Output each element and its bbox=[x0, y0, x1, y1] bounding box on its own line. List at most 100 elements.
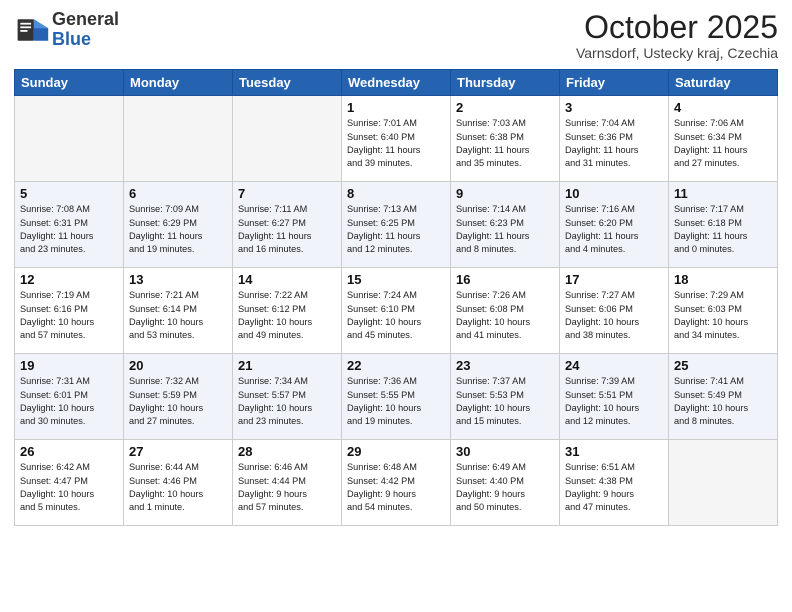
day-number: 27 bbox=[129, 444, 227, 459]
day-number: 16 bbox=[456, 272, 554, 287]
week-row-2: 5 Sunrise: 7:08 AM Sunset: 6:31 PM Daylig… bbox=[15, 182, 778, 268]
day-info: Sunrise: 7:16 AM Sunset: 6:20 PM Dayligh… bbox=[565, 203, 663, 256]
calendar-cell-w5-d7 bbox=[669, 440, 778, 526]
calendar-cell-w2-d4: 8 Sunrise: 7:13 AM Sunset: 6:25 PM Daylig… bbox=[342, 182, 451, 268]
logo-general-text: General bbox=[52, 10, 119, 30]
calendar-cell-w4-d2: 20 Sunrise: 7:32 AM Sunset: 5:59 PM Dayli… bbox=[124, 354, 233, 440]
calendar-cell-w3-d7: 18 Sunrise: 7:29 AM Sunset: 6:03 PM Dayli… bbox=[669, 268, 778, 354]
calendar-cell-w4-d7: 25Sunrise: 7:41 AM Sunset: 5:49 PM Dayli… bbox=[669, 354, 778, 440]
calendar-cell-w5-d4: 29Sunrise: 6:48 AM Sunset: 4:42 PM Dayli… bbox=[342, 440, 451, 526]
calendar-cell-w5-d5: 30 Sunrise: 6:49 AM Sunset: 4:40 PM Dayli… bbox=[451, 440, 560, 526]
day-info: Sunrise: 7:08 AM Sunset: 6:31 PM Dayligh… bbox=[20, 203, 118, 256]
day-number: 7 bbox=[238, 186, 336, 201]
day-info: Sunrise: 7:34 AM Sunset: 5:57 PM Dayligh… bbox=[238, 375, 336, 428]
header-tuesday: Tuesday bbox=[233, 70, 342, 96]
calendar-cell-w5-d6: 31 Sunrise: 6:51 AM Sunset: 4:38 PM Dayli… bbox=[560, 440, 669, 526]
calendar-cell-w1-d7: 4 Sunrise: 7:06 AM Sunset: 6:34 PM Daylig… bbox=[669, 96, 778, 182]
calendar-cell-w4-d6: 24 Sunrise: 7:39 AM Sunset: 5:51 PM Dayli… bbox=[560, 354, 669, 440]
day-number: 9 bbox=[456, 186, 554, 201]
day-number: 4 bbox=[674, 100, 772, 115]
day-number: 28 bbox=[238, 444, 336, 459]
day-number: 24 bbox=[565, 358, 663, 373]
calendar-cell-w2-d3: 7 Sunrise: 7:11 AM Sunset: 6:27 PM Daylig… bbox=[233, 182, 342, 268]
day-info: Sunrise: 7:22 AM Sunset: 6:12 PM Dayligh… bbox=[238, 289, 336, 342]
week-row-5: 26Sunrise: 6:42 AM Sunset: 4:47 PM Dayli… bbox=[15, 440, 778, 526]
page-container: General Blue October 2025 Varnsdorf, Ust… bbox=[0, 0, 792, 534]
day-info: Sunrise: 7:39 AM Sunset: 5:51 PM Dayligh… bbox=[565, 375, 663, 428]
day-number: 11 bbox=[674, 186, 772, 201]
day-info: Sunrise: 7:03 AM Sunset: 6:38 PM Dayligh… bbox=[456, 117, 554, 170]
calendar-cell-w4-d3: 21Sunrise: 7:34 AM Sunset: 5:57 PM Dayli… bbox=[233, 354, 342, 440]
day-info: Sunrise: 7:31 AM Sunset: 6:01 PM Dayligh… bbox=[20, 375, 118, 428]
day-number: 22 bbox=[347, 358, 445, 373]
day-info: Sunrise: 7:26 AM Sunset: 6:08 PM Dayligh… bbox=[456, 289, 554, 342]
calendar-cell-w3-d6: 17Sunrise: 7:27 AM Sunset: 6:06 PM Dayli… bbox=[560, 268, 669, 354]
calendar-table: Sunday Monday Tuesday Wednesday Thursday… bbox=[14, 69, 778, 526]
calendar-cell-w2-d1: 5 Sunrise: 7:08 AM Sunset: 6:31 PM Daylig… bbox=[15, 182, 124, 268]
header: General Blue October 2025 Varnsdorf, Ust… bbox=[14, 10, 778, 61]
week-row-4: 19 Sunrise: 7:31 AM Sunset: 6:01 PM Dayli… bbox=[15, 354, 778, 440]
day-info: Sunrise: 7:21 AM Sunset: 6:14 PM Dayligh… bbox=[129, 289, 227, 342]
day-info: Sunrise: 7:09 AM Sunset: 6:29 PM Dayligh… bbox=[129, 203, 227, 256]
day-info: Sunrise: 7:17 AM Sunset: 6:18 PM Dayligh… bbox=[674, 203, 772, 256]
calendar-cell-w1-d1 bbox=[15, 96, 124, 182]
header-wednesday: Wednesday bbox=[342, 70, 451, 96]
day-info: Sunrise: 7:19 AM Sunset: 6:16 PM Dayligh… bbox=[20, 289, 118, 342]
day-info: Sunrise: 7:41 AM Sunset: 5:49 PM Dayligh… bbox=[674, 375, 772, 428]
day-number: 13 bbox=[129, 272, 227, 287]
day-info: Sunrise: 7:36 AM Sunset: 5:55 PM Dayligh… bbox=[347, 375, 445, 428]
calendar-cell-w2-d6: 10 Sunrise: 7:16 AM Sunset: 6:20 PM Dayli… bbox=[560, 182, 669, 268]
calendar-cell-w2-d2: 6 Sunrise: 7:09 AM Sunset: 6:29 PM Daylig… bbox=[124, 182, 233, 268]
day-info: Sunrise: 7:24 AM Sunset: 6:10 PM Dayligh… bbox=[347, 289, 445, 342]
calendar-cell-w2-d7: 11 Sunrise: 7:17 AM Sunset: 6:18 PM Dayli… bbox=[669, 182, 778, 268]
day-info: Sunrise: 7:14 AM Sunset: 6:23 PM Dayligh… bbox=[456, 203, 554, 256]
day-number: 23 bbox=[456, 358, 554, 373]
calendar-cell-w1-d4: 1 Sunrise: 7:01 AM Sunset: 6:40 PM Daylig… bbox=[342, 96, 451, 182]
day-number: 30 bbox=[456, 444, 554, 459]
day-number: 14 bbox=[238, 272, 336, 287]
calendar-cell-w1-d5: 2Sunrise: 7:03 AM Sunset: 6:38 PM Daylig… bbox=[451, 96, 560, 182]
calendar-cell-w4-d1: 19 Sunrise: 7:31 AM Sunset: 6:01 PM Dayli… bbox=[15, 354, 124, 440]
day-number: 26 bbox=[20, 444, 118, 459]
calendar-cell-w3-d1: 12 Sunrise: 7:19 AM Sunset: 6:16 PM Dayli… bbox=[15, 268, 124, 354]
day-number: 18 bbox=[674, 272, 772, 287]
header-monday: Monday bbox=[124, 70, 233, 96]
day-number: 3 bbox=[565, 100, 663, 115]
day-number: 5 bbox=[20, 186, 118, 201]
day-info: Sunrise: 6:44 AM Sunset: 4:46 PM Dayligh… bbox=[129, 461, 227, 514]
calendar-cell-w5-d1: 26Sunrise: 6:42 AM Sunset: 4:47 PM Dayli… bbox=[15, 440, 124, 526]
day-number: 12 bbox=[20, 272, 118, 287]
day-number: 15 bbox=[347, 272, 445, 287]
location: Varnsdorf, Ustecky kraj, Czechia bbox=[576, 45, 778, 61]
day-number: 10 bbox=[565, 186, 663, 201]
day-info: Sunrise: 7:01 AM Sunset: 6:40 PM Dayligh… bbox=[347, 117, 445, 170]
day-info: Sunrise: 7:37 AM Sunset: 5:53 PM Dayligh… bbox=[456, 375, 554, 428]
day-info: Sunrise: 7:13 AM Sunset: 6:25 PM Dayligh… bbox=[347, 203, 445, 256]
day-number: 20 bbox=[129, 358, 227, 373]
day-number: 19 bbox=[20, 358, 118, 373]
calendar-cell-w3-d2: 13 Sunrise: 7:21 AM Sunset: 6:14 PM Dayli… bbox=[124, 268, 233, 354]
logo-text: General Blue bbox=[52, 10, 119, 50]
calendar-cell-w4-d5: 23 Sunrise: 7:37 AM Sunset: 5:53 PM Dayli… bbox=[451, 354, 560, 440]
header-friday: Friday bbox=[560, 70, 669, 96]
week-row-3: 12 Sunrise: 7:19 AM Sunset: 6:16 PM Dayli… bbox=[15, 268, 778, 354]
calendar-cell-w1-d2 bbox=[124, 96, 233, 182]
day-info: Sunrise: 6:49 AM Sunset: 4:40 PM Dayligh… bbox=[456, 461, 554, 514]
day-number: 31 bbox=[565, 444, 663, 459]
day-number: 6 bbox=[129, 186, 227, 201]
day-info: Sunrise: 7:32 AM Sunset: 5:59 PM Dayligh… bbox=[129, 375, 227, 428]
day-number: 29 bbox=[347, 444, 445, 459]
month-title: October 2025 bbox=[576, 10, 778, 45]
calendar-cell-w3-d5: 16 Sunrise: 7:26 AM Sunset: 6:08 PM Dayli… bbox=[451, 268, 560, 354]
day-info: Sunrise: 7:11 AM Sunset: 6:27 PM Dayligh… bbox=[238, 203, 336, 256]
day-info: Sunrise: 6:51 AM Sunset: 4:38 PM Dayligh… bbox=[565, 461, 663, 514]
day-number: 8 bbox=[347, 186, 445, 201]
day-info: Sunrise: 7:06 AM Sunset: 6:34 PM Dayligh… bbox=[674, 117, 772, 170]
calendar-cell-w5-d3: 28Sunrise: 6:46 AM Sunset: 4:44 PM Dayli… bbox=[233, 440, 342, 526]
day-info: Sunrise: 7:27 AM Sunset: 6:06 PM Dayligh… bbox=[565, 289, 663, 342]
day-info: Sunrise: 7:29 AM Sunset: 6:03 PM Dayligh… bbox=[674, 289, 772, 342]
calendar-cell-w4-d4: 22 Sunrise: 7:36 AM Sunset: 5:55 PM Dayli… bbox=[342, 354, 451, 440]
logo-icon bbox=[14, 12, 50, 48]
day-number: 1 bbox=[347, 100, 445, 115]
day-info: Sunrise: 7:04 AM Sunset: 6:36 PM Dayligh… bbox=[565, 117, 663, 170]
